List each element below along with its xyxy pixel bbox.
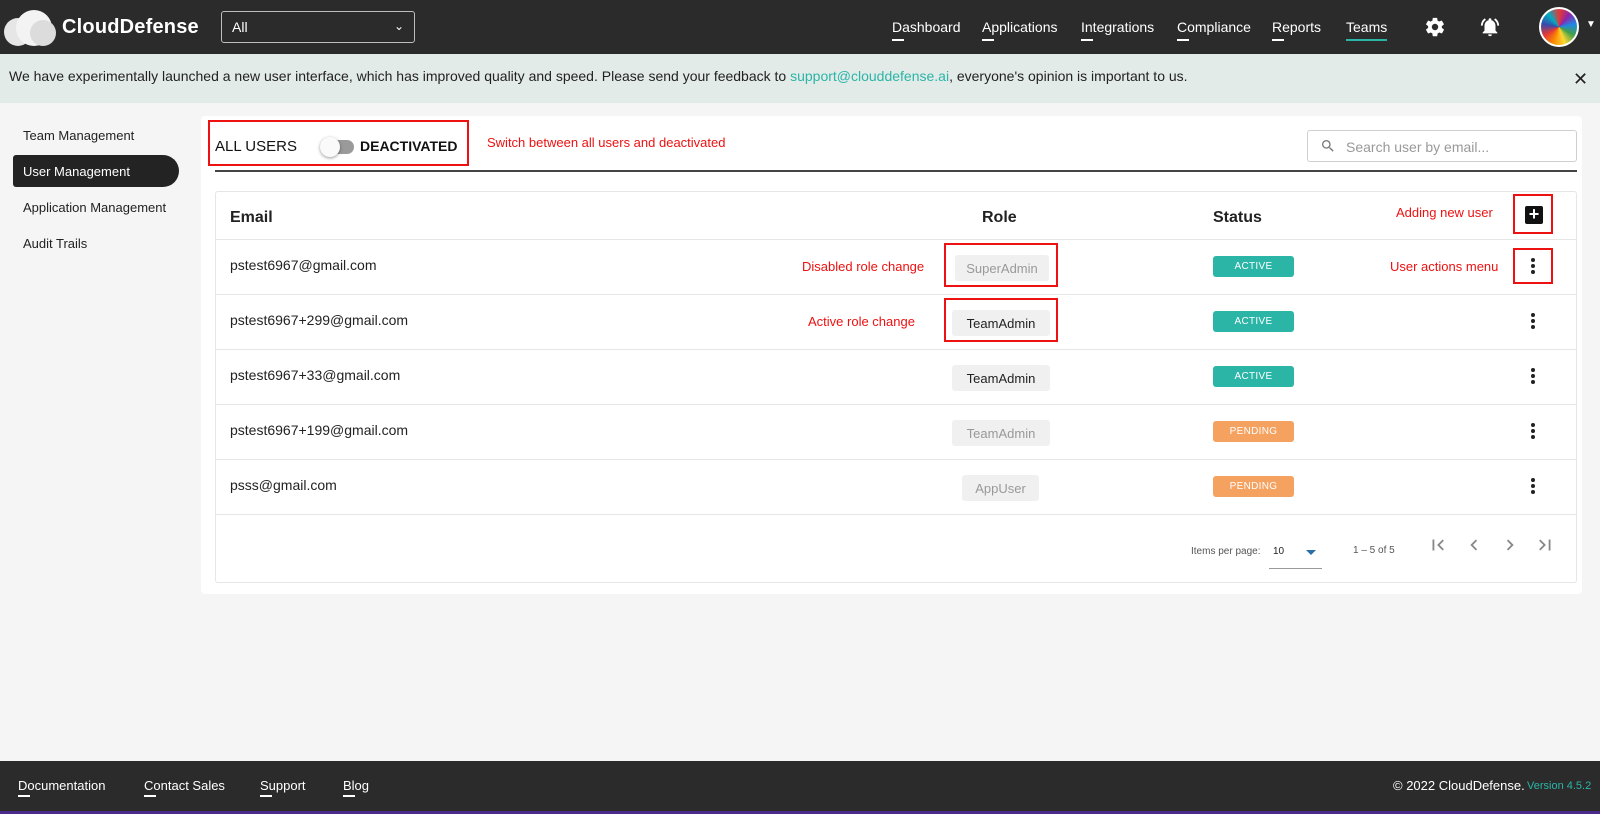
row-divider bbox=[216, 459, 1576, 460]
last-page-icon[interactable] bbox=[1534, 534, 1556, 556]
scope-select-value: All bbox=[232, 19, 248, 35]
more-vert-icon[interactable] bbox=[1530, 478, 1536, 496]
page-range-label: 1 – 5 of 5 bbox=[1353, 545, 1395, 556]
user-email: pstest6967+199@gmail.com bbox=[230, 422, 409, 438]
user-email: pstest6967+299@gmail.com bbox=[230, 312, 409, 328]
user-avatar[interactable] bbox=[1539, 7, 1579, 47]
version-label: Version 4.5.2 bbox=[1527, 780, 1592, 792]
footer: Documentation Contact Sales Support Blog… bbox=[0, 761, 1600, 814]
add-user-button[interactable]: + bbox=[1525, 205, 1543, 224]
role-select: AppUser bbox=[962, 475, 1039, 501]
gear-icon[interactable] bbox=[1424, 16, 1446, 38]
users-table: Email Role Status Adding new user + pste… bbox=[215, 191, 1577, 583]
brand-logo[interactable]: CloudDefense bbox=[4, 8, 199, 46]
row-divider bbox=[216, 294, 1576, 295]
chevron-left-icon[interactable] bbox=[1463, 534, 1485, 556]
banner-text-before: We have experimentally launched a new us… bbox=[9, 68, 791, 84]
search-input[interactable] bbox=[1346, 136, 1566, 158]
sidebar-item-application-management[interactable]: Application Management bbox=[13, 191, 179, 223]
bell-icon[interactable] bbox=[1479, 16, 1501, 38]
close-icon[interactable]: ✕ bbox=[1573, 69, 1588, 90]
user-email: pstest6967+33@gmail.com bbox=[230, 367, 401, 383]
footer-link-contact-sales[interactable]: Contact Sales bbox=[144, 778, 225, 797]
more-vert-icon[interactable] bbox=[1530, 423, 1536, 441]
page-size-value: 10 bbox=[1273, 546, 1285, 557]
sidebar-item-team-management[interactable]: Team Management bbox=[13, 119, 179, 151]
annotation-add-user: Adding new user bbox=[1396, 205, 1493, 220]
annotation-switch: Switch between all users and deactivated bbox=[487, 135, 726, 150]
top-bar: CloudDefense All ⌄ Dashboard Application… bbox=[0, 0, 1600, 54]
role-select: TeamAdmin bbox=[952, 420, 1050, 446]
chevron-down-icon: ⌄ bbox=[393, 19, 404, 33]
user-email: psss@gmail.com bbox=[230, 477, 337, 493]
annotation-active-role: Active role change bbox=[808, 314, 915, 329]
deactivated-toggle[interactable] bbox=[320, 137, 354, 157]
annotation-disabled-role: Disabled role change bbox=[802, 259, 925, 274]
more-vert-icon[interactable] bbox=[1530, 313, 1536, 331]
deactivated-label[interactable]: DEACTIVATED bbox=[360, 138, 457, 154]
all-users-label[interactable]: ALL USERS bbox=[215, 138, 297, 155]
row-divider bbox=[216, 514, 1576, 515]
cloud-logo-icon bbox=[4, 8, 56, 46]
sidebar-item-user-management[interactable]: User Management bbox=[13, 155, 179, 187]
toggle-knob[interactable] bbox=[320, 137, 340, 157]
banner-text-after: , everyone's opinion is important to us. bbox=[949, 68, 1188, 84]
nav-teams[interactable]: Teams bbox=[1346, 19, 1388, 41]
caret-down-icon bbox=[1306, 550, 1316, 555]
footer-link-blog[interactable]: Blog bbox=[343, 778, 369, 797]
status-badge: ACTIVE bbox=[1213, 256, 1294, 277]
status-badge: ACTIVE bbox=[1213, 311, 1294, 332]
nav-applications[interactable]: Applications bbox=[982, 19, 1058, 41]
feedback-banner: We have experimentally launched a new us… bbox=[0, 54, 1600, 103]
chevron-right-icon[interactable] bbox=[1499, 534, 1521, 556]
user-email: pstest6967@gmail.com bbox=[230, 257, 377, 273]
role-select[interactable]: TeamAdmin bbox=[952, 365, 1050, 391]
column-header-email: Email bbox=[230, 209, 273, 226]
sidebar-item-audit-trails[interactable]: Audit Trails bbox=[13, 227, 179, 259]
column-header-role: Role bbox=[982, 209, 1017, 226]
footer-link-support[interactable]: Support bbox=[260, 778, 306, 797]
scope-select[interactable]: All ⌄ bbox=[221, 11, 415, 43]
row-divider bbox=[216, 404, 1576, 405]
first-page-icon[interactable] bbox=[1427, 534, 1449, 556]
row-divider bbox=[216, 349, 1576, 350]
status-badge: PENDING bbox=[1213, 421, 1294, 442]
support-email-link[interactable]: support@clouddefense.ai bbox=[790, 68, 949, 84]
brand-name: CloudDefense bbox=[62, 15, 199, 38]
more-vert-icon[interactable] bbox=[1530, 368, 1536, 386]
chevron-down-icon[interactable]: ▼ bbox=[1586, 19, 1596, 30]
nav-reports[interactable]: Reports bbox=[1272, 19, 1321, 41]
footer-link-documentation[interactable]: Documentation bbox=[18, 778, 105, 797]
header-divider bbox=[215, 170, 1577, 172]
banner-message: We have experimentally launched a new us… bbox=[9, 68, 1188, 84]
page-size-select[interactable]: 10 bbox=[1269, 537, 1322, 569]
annotation-actions-menu: User actions menu bbox=[1390, 259, 1499, 274]
items-per-page-label: Items per page: bbox=[1191, 546, 1261, 557]
search-icon bbox=[1322, 140, 1334, 152]
nav-integrations[interactable]: Integrations bbox=[1081, 19, 1154, 41]
status-badge: ACTIVE bbox=[1213, 366, 1294, 387]
nav-compliance[interactable]: Compliance bbox=[1177, 19, 1251, 41]
row-divider bbox=[216, 239, 1576, 240]
column-header-status: Status bbox=[1213, 209, 1262, 226]
copyright-text: © 2022 CloudDefense. bbox=[1393, 778, 1525, 793]
nav-dashboard[interactable]: Dashboard bbox=[892, 19, 961, 41]
role-select: SuperAdmin bbox=[955, 255, 1049, 281]
role-select[interactable]: TeamAdmin bbox=[952, 310, 1050, 336]
more-vert-icon[interactable] bbox=[1530, 258, 1536, 276]
search-box[interactable] bbox=[1307, 130, 1577, 162]
status-badge: PENDING bbox=[1213, 476, 1294, 497]
